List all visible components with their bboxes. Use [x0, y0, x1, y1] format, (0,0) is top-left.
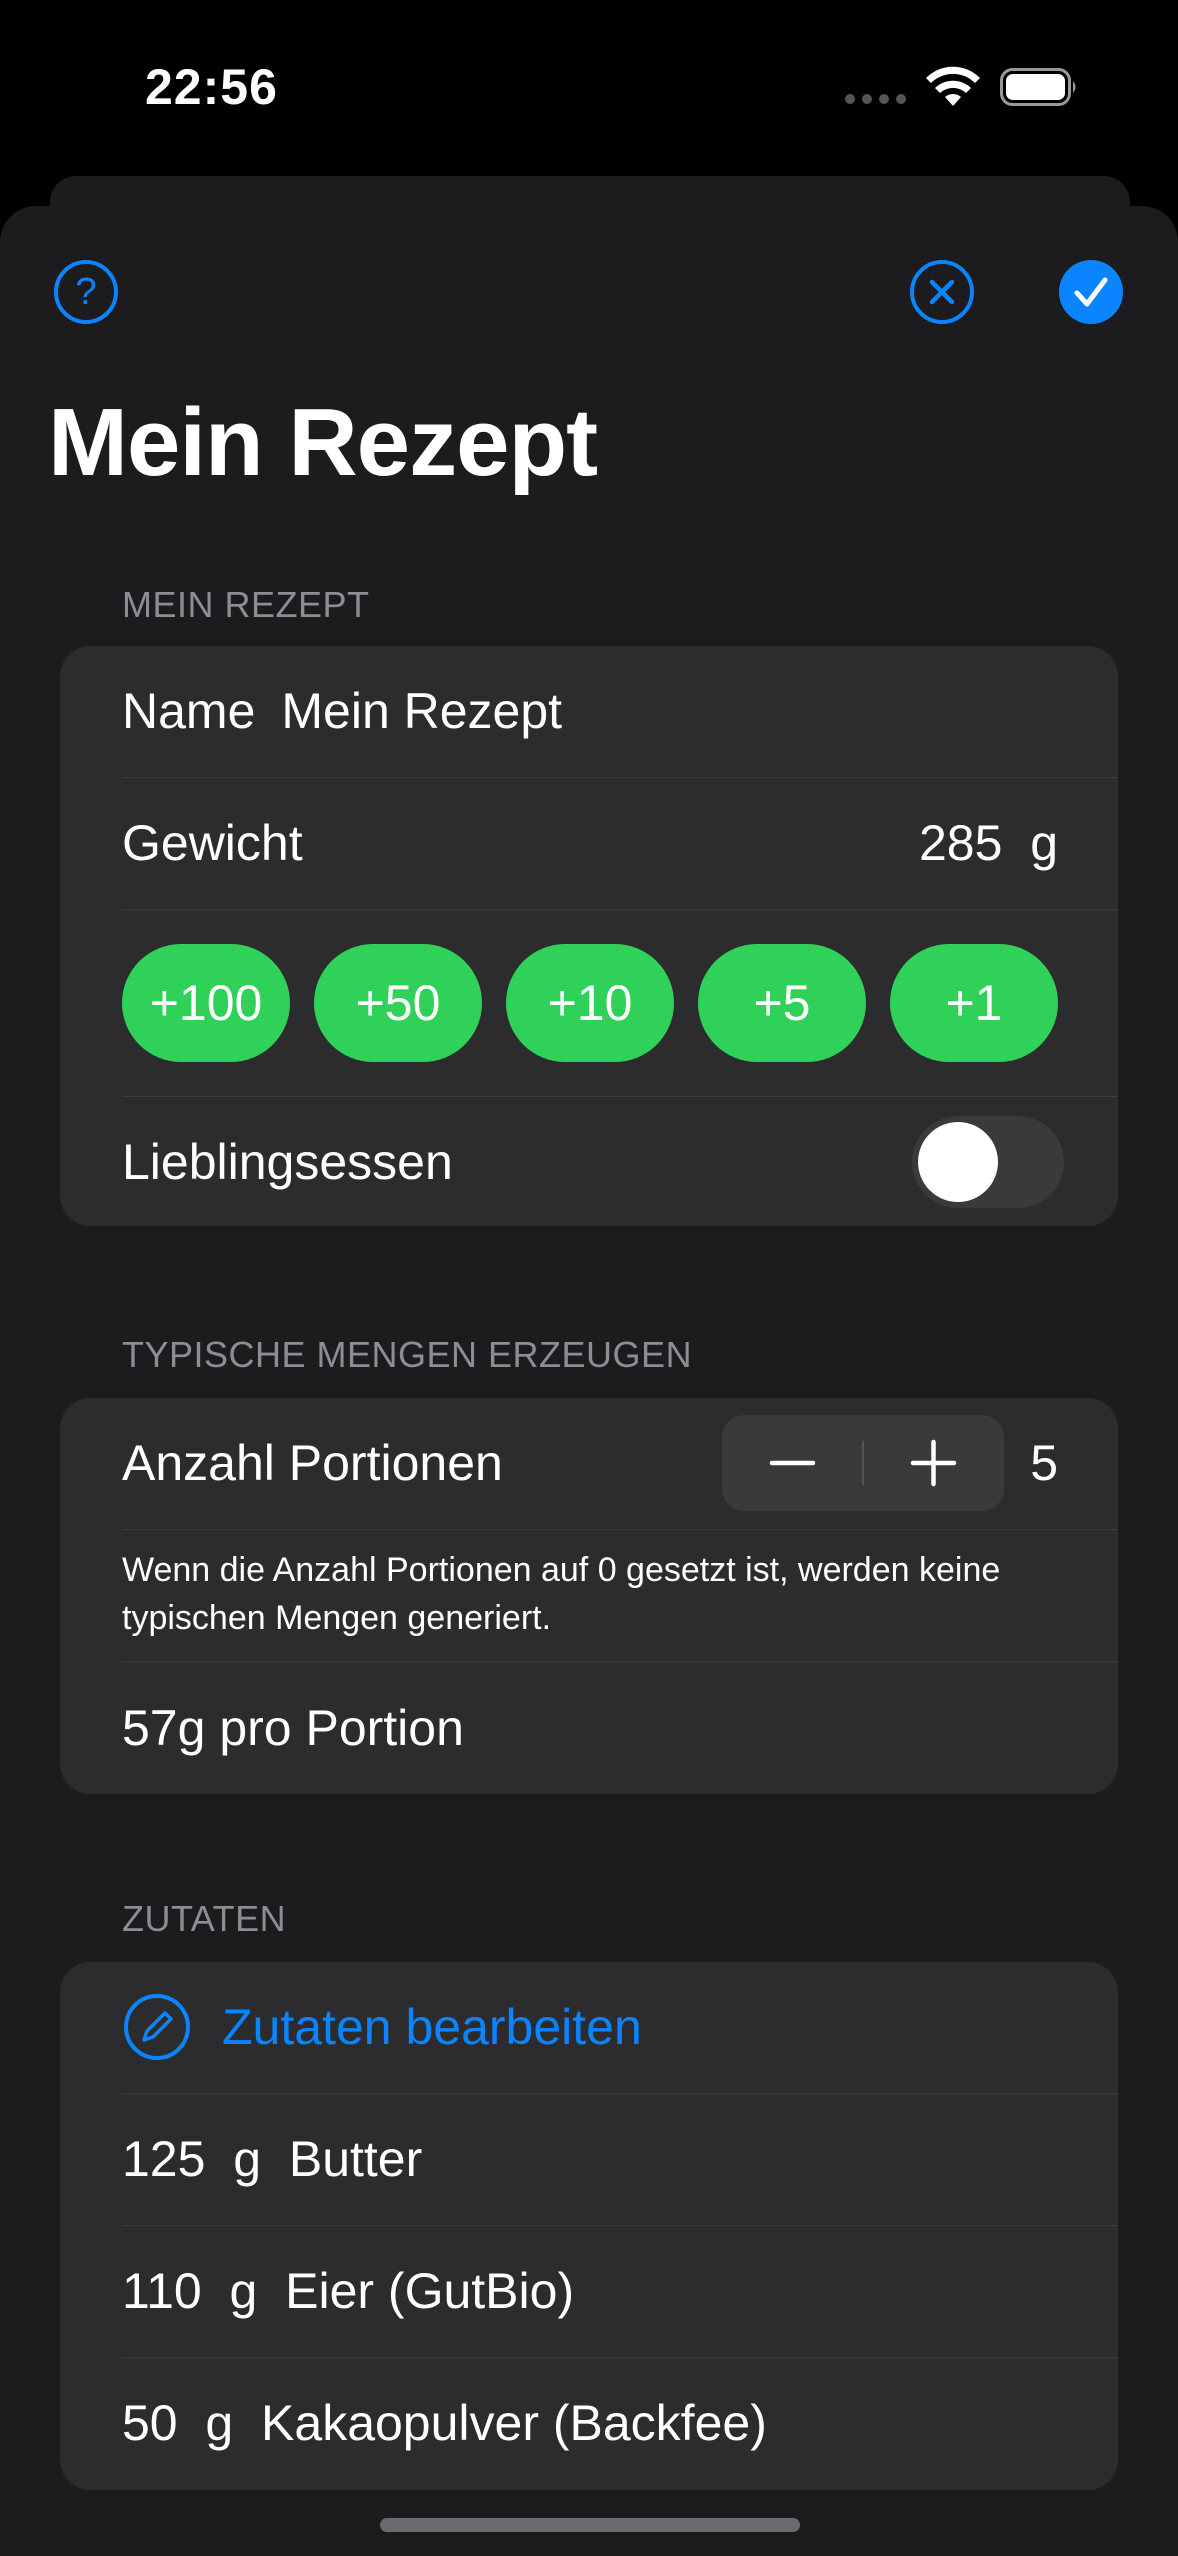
portions-label: Anzahl Portionen — [122, 1435, 503, 1491]
weight-label: Gewicht — [122, 815, 303, 871]
divider — [122, 909, 1118, 910]
weight-unit: g — [1030, 815, 1058, 871]
page-title: Mein Rezept — [48, 389, 598, 496]
section-header-recipe: MEIN REZEPT — [122, 584, 370, 625]
ingredient-unit: g — [229, 2263, 258, 2319]
per-portion-row: 57g pro Portion — [60, 1662, 1118, 1794]
ingredient-row[interactable]: 125 g Butter — [60, 2094, 1118, 2225]
footnote-row: Wenn die Anzahl Portionen auf 0 gesetzt … — [60, 1530, 1118, 1661]
ingredient-name: Butter — [288, 2131, 423, 2187]
add-50-button[interactable]: +50 — [314, 944, 482, 1062]
decrement-button[interactable] — [722, 1415, 863, 1511]
favorite-row: Lieblingsessen — [60, 1097, 1118, 1226]
plus-icon — [910, 1439, 957, 1487]
status-bar: 22:56 — [0, 0, 1178, 170]
favorite-toggle[interactable] — [912, 1116, 1064, 1208]
per-portion-text: 57g pro Portion — [122, 1700, 464, 1756]
portions-group: Anzahl Portionen 5 Wenn die Anzahl Porti… — [60, 1398, 1118, 1794]
close-icon — [929, 279, 955, 305]
weight-field[interactable]: 285 — [919, 815, 1002, 871]
favorite-label: Lieblingsessen — [122, 1134, 453, 1190]
help-button[interactable]: ? — [54, 260, 118, 324]
name-row[interactable]: Name Mein Rezept — [60, 646, 1118, 777]
section-header-ingredients: ZUTATEN — [122, 1898, 287, 1939]
ingredient-row[interactable]: 50 g Kakaopulver (Backfee) — [60, 2358, 1118, 2490]
checkmark-icon — [1074, 277, 1108, 307]
ingredient-unit: g — [205, 2395, 234, 2451]
minus-icon — [769, 1460, 816, 1466]
edit-ingredients-row[interactable]: Zutaten bearbeiten — [60, 1962, 1118, 2093]
close-button[interactable] — [910, 260, 974, 324]
section-header-portions: TYPISCHE MENGEN ERZEUGEN — [122, 1334, 693, 1375]
question-mark-icon: ? — [75, 271, 97, 313]
ingredient-amount: 125 — [122, 2131, 206, 2187]
weight-row[interactable]: Gewicht 285 g — [60, 778, 1118, 909]
battery-icon — [1000, 68, 1076, 106]
add-10-button[interactable]: +10 — [506, 944, 674, 1062]
portions-footnote: Wenn die Anzahl Portionen auf 0 gesetzt … — [122, 1551, 1001, 1637]
edit-ingredients-link[interactable]: Zutaten bearbeiten — [222, 1998, 642, 2056]
portions-stepper — [722, 1415, 1004, 1511]
increment-button[interactable] — [863, 1415, 1004, 1511]
home-indicator — [380, 2518, 800, 2532]
quick-add-row: +100 +50 +10 +5 +1 — [60, 944, 1118, 1062]
portions-value: 5 — [1030, 1435, 1058, 1491]
ingredient-amount: 50 — [122, 2395, 178, 2451]
pencil-circle-icon — [124, 1994, 190, 2060]
status-time: 22:56 — [145, 59, 278, 115]
ingredient-amount: 110 — [122, 2263, 202, 2319]
done-button[interactable] — [1059, 260, 1123, 324]
ingredient-row[interactable]: 110 g Eier (GutBio) — [60, 2226, 1118, 2357]
cellular-signal-icon — [845, 94, 906, 104]
name-label: Name — [122, 683, 256, 739]
toggle-knob — [918, 1122, 998, 1202]
add-100-button[interactable]: +100 — [122, 944, 290, 1062]
wifi-icon — [926, 66, 980, 106]
ingredient-unit: g — [233, 2131, 262, 2187]
add-1-button[interactable]: +1 — [890, 944, 1058, 1062]
portions-row: Anzahl Portionen 5 — [60, 1398, 1118, 1529]
ingredients-group: Zutaten bearbeiten 125 g Butter 110 g Ei… — [60, 1962, 1118, 2490]
ingredient-name: Kakaopulver (Backfee) — [261, 2395, 767, 2451]
ingredient-name: Eier (GutBio) — [285, 2263, 575, 2319]
add-5-button[interactable]: +5 — [698, 944, 866, 1062]
recipe-group: Name Mein Rezept Gewicht 285 g +100 +50 +… — [60, 646, 1118, 1226]
name-field[interactable]: Mein Rezept — [281, 683, 562, 739]
